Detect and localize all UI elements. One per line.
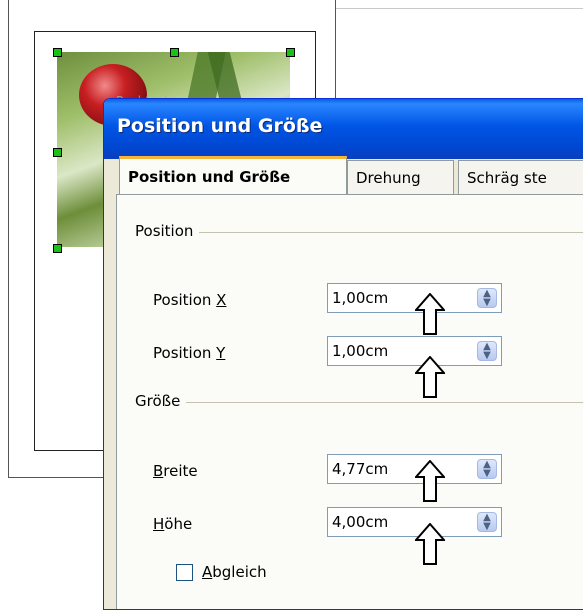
selection-handle-top-left[interactable] bbox=[53, 48, 62, 57]
section-divider bbox=[137, 232, 583, 233]
height-label: Höhe bbox=[153, 515, 193, 533]
up-arrow-outline-icon bbox=[415, 293, 445, 335]
tab-label: Position und Größe bbox=[128, 167, 291, 186]
tab-position-size[interactable]: Position und Größe bbox=[119, 156, 347, 194]
tab-label: Drehung bbox=[356, 168, 421, 187]
tab-panel: Position Position X 1,00cm ▲ ▼ Position Y… bbox=[116, 194, 583, 609]
tab-rotation[interactable]: Drehung bbox=[347, 160, 454, 194]
position-x-label: Position X bbox=[153, 291, 227, 309]
dialog-title: Position und Größe bbox=[117, 115, 323, 137]
height-value: 4,00cm bbox=[332, 513, 389, 531]
section-divider bbox=[137, 402, 583, 403]
tab-slant[interactable]: Schräg ste bbox=[458, 160, 583, 194]
position-y-value: 1,00cm bbox=[332, 342, 389, 360]
dialog-titlebar[interactable]: Position und Größe bbox=[104, 99, 583, 159]
spin-up-down-icon[interactable]: ▲ ▼ bbox=[477, 288, 497, 308]
spin-up-down-icon[interactable]: ▲ ▼ bbox=[477, 459, 497, 479]
page-edge bbox=[336, 0, 583, 9]
position-x-value: 1,00cm bbox=[332, 289, 389, 307]
selection-handle-top[interactable] bbox=[170, 48, 179, 57]
section-size-label: Größe bbox=[135, 392, 187, 410]
up-arrow-outline-icon bbox=[415, 523, 445, 565]
up-arrow-outline-icon bbox=[415, 356, 445, 398]
up-arrow-outline-icon bbox=[415, 460, 445, 502]
position-y-label: Position Y bbox=[153, 344, 226, 362]
spin-up-down-icon[interactable]: ▲ ▼ bbox=[477, 341, 497, 361]
selection-handle-left[interactable] bbox=[53, 148, 62, 157]
spin-up-down-icon[interactable]: ▲ ▼ bbox=[477, 512, 497, 532]
width-label: Breite bbox=[153, 462, 198, 480]
section-position-label: Position bbox=[135, 222, 200, 240]
width-value: 4,77cm bbox=[332, 460, 389, 478]
tab-label: Schräg ste bbox=[467, 168, 547, 187]
keep-ratio-checkbox[interactable] bbox=[176, 564, 193, 581]
position-size-dialog: Position und Größe Position und Größe Dr… bbox=[103, 98, 583, 610]
keep-ratio-label: Abgleich bbox=[202, 563, 267, 581]
selection-handle-bottom-left[interactable] bbox=[53, 244, 62, 253]
selection-handle-top-right[interactable] bbox=[286, 48, 295, 57]
